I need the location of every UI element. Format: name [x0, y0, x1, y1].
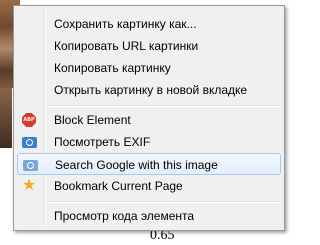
- menu-item-copy-image[interactable]: Копировать картинку: [17, 57, 281, 79]
- menu-item-save-image-as[interactable]: Сохранить картинку как...: [17, 13, 281, 35]
- context-menu: Сохранить картинку как... Копировать URL…: [13, 5, 285, 231]
- background-photo-edge: [0, 88, 12, 148]
- camera-icon: [21, 134, 37, 150]
- menu-item-inspect-element[interactable]: Просмотр кода элемента: [17, 205, 281, 227]
- menu-item-label: Search Google with this image: [55, 158, 218, 172]
- menu-item-bookmark-page[interactable]: ★ Bookmark Current Page: [17, 175, 281, 197]
- menu-item-label: Копировать картинку: [54, 61, 171, 75]
- menu-item-block-element[interactable]: ABP Block Element: [17, 109, 281, 131]
- adblock-plus-icon: ABP: [21, 112, 37, 128]
- menu-separator: [48, 105, 281, 107]
- menu-item-open-image-new-tab[interactable]: Открыть картинку в новой вкладке: [17, 79, 281, 101]
- menu-item-view-exif[interactable]: Посмотреть EXIF: [17, 131, 281, 153]
- menu-item-label: Block Element: [54, 113, 131, 127]
- menu-item-label: Посмотреть EXIF: [54, 135, 151, 149]
- menu-item-label: Открыть картинку в новой вкладке: [54, 83, 248, 97]
- star-icon: ★: [21, 177, 37, 194]
- menu-item-label: Bookmark Current Page: [54, 179, 183, 193]
- menu-item-label: Просмотр кода элемента: [54, 209, 195, 223]
- menu-item-search-google-image[interactable]: Search Google with this image: [17, 153, 281, 175]
- menu-separator: [48, 201, 281, 203]
- menu-item-copy-image-url[interactable]: Копировать URL картинки: [17, 35, 281, 57]
- menu-item-label: Сохранить картинку как...: [54, 17, 197, 31]
- camera-search-icon: [22, 157, 38, 173]
- menu-item-label: Копировать URL картинки: [54, 39, 199, 53]
